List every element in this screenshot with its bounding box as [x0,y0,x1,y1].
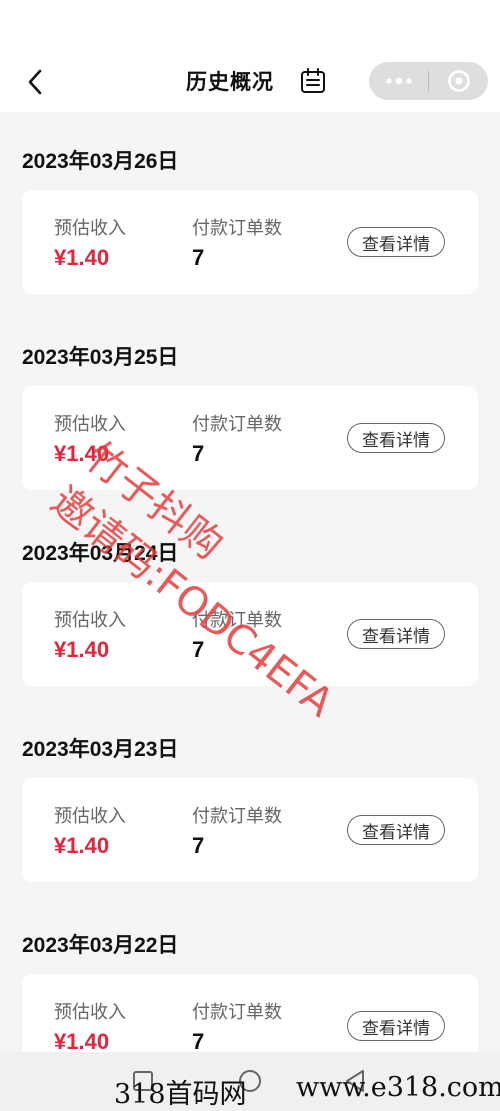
view-details-button[interactable]: 查看详情 [347,619,445,649]
footer-site-url: www.e318.com [296,1072,500,1103]
history-list: 2023年03月26日 预估收入 ¥1.40 付款订单数 7 查看详情 2023… [0,112,500,1092]
app-header: 历史概况 [0,0,500,112]
view-details-button[interactable]: 查看详情 [347,815,445,845]
income-label: 预估收入 [54,414,126,434]
orders-value: 7 [192,637,205,662]
orders-label: 付款订单数 [192,610,282,630]
more-button[interactable] [369,62,428,100]
view-details-button[interactable]: 查看详情 [347,227,445,257]
day-section: 2023年03月24日 预估收入 ¥1.40 付款订单数 7 查看详情 [0,504,500,700]
orders-value: 7 [192,441,205,466]
orders-label: 付款订单数 [192,218,282,238]
summary-card: 预估收入 ¥1.40 付款订单数 7 查看详情 [22,778,478,882]
income-value: ¥1.40 [54,441,110,466]
footer-watermark: 318首码网 www.e318.com [0,1068,500,1111]
section-date: 2023年03月23日 [22,738,179,761]
day-section: 2023年03月23日 预估收入 ¥1.40 付款订单数 7 查看详情 [0,700,500,896]
orders-label: 付款订单数 [192,806,282,826]
income-label: 预估收入 [54,806,126,826]
view-details-button[interactable]: 查看详情 [347,423,445,453]
orders-value: 7 [192,245,205,270]
footer-site-name: 318首码网 [114,1079,247,1110]
orders-value: 7 [192,833,205,858]
income-label: 预估收入 [54,610,126,630]
calendar-icon [301,68,325,93]
view-details-button[interactable]: 查看详情 [347,1011,445,1041]
income-value: ¥1.40 [54,245,110,270]
income-value: ¥1.40 [54,833,110,858]
orders-label: 付款订单数 [192,414,282,434]
summary-card: 预估收入 ¥1.40 付款订单数 7 查看详情 [22,190,478,294]
more-dots-icon [385,77,412,85]
day-section: 2023年03月26日 预估收入 ¥1.40 付款订单数 7 查看详情 [0,112,500,308]
mini-program-capsule [369,62,488,100]
section-date: 2023年03月24日 [22,542,179,565]
income-label: 预估收入 [54,218,126,238]
summary-card: 预估收入 ¥1.40 付款订单数 7 查看详情 [22,386,478,490]
income-value: ¥1.40 [54,637,110,662]
calendar-button[interactable] [298,66,328,96]
day-section: 2023年03月25日 预估收入 ¥1.40 付款订单数 7 查看详情 [0,308,500,504]
summary-card: 预估收入 ¥1.40 付款订单数 7 查看详情 [22,582,478,686]
section-date: 2023年03月26日 [22,150,179,173]
target-close-icon [447,70,470,92]
orders-label: 付款订单数 [192,1002,282,1022]
section-date: 2023年03月22日 [22,934,179,957]
section-date: 2023年03月25日 [22,346,179,369]
income-label: 预估收入 [54,1002,126,1022]
close-button[interactable] [429,62,488,100]
